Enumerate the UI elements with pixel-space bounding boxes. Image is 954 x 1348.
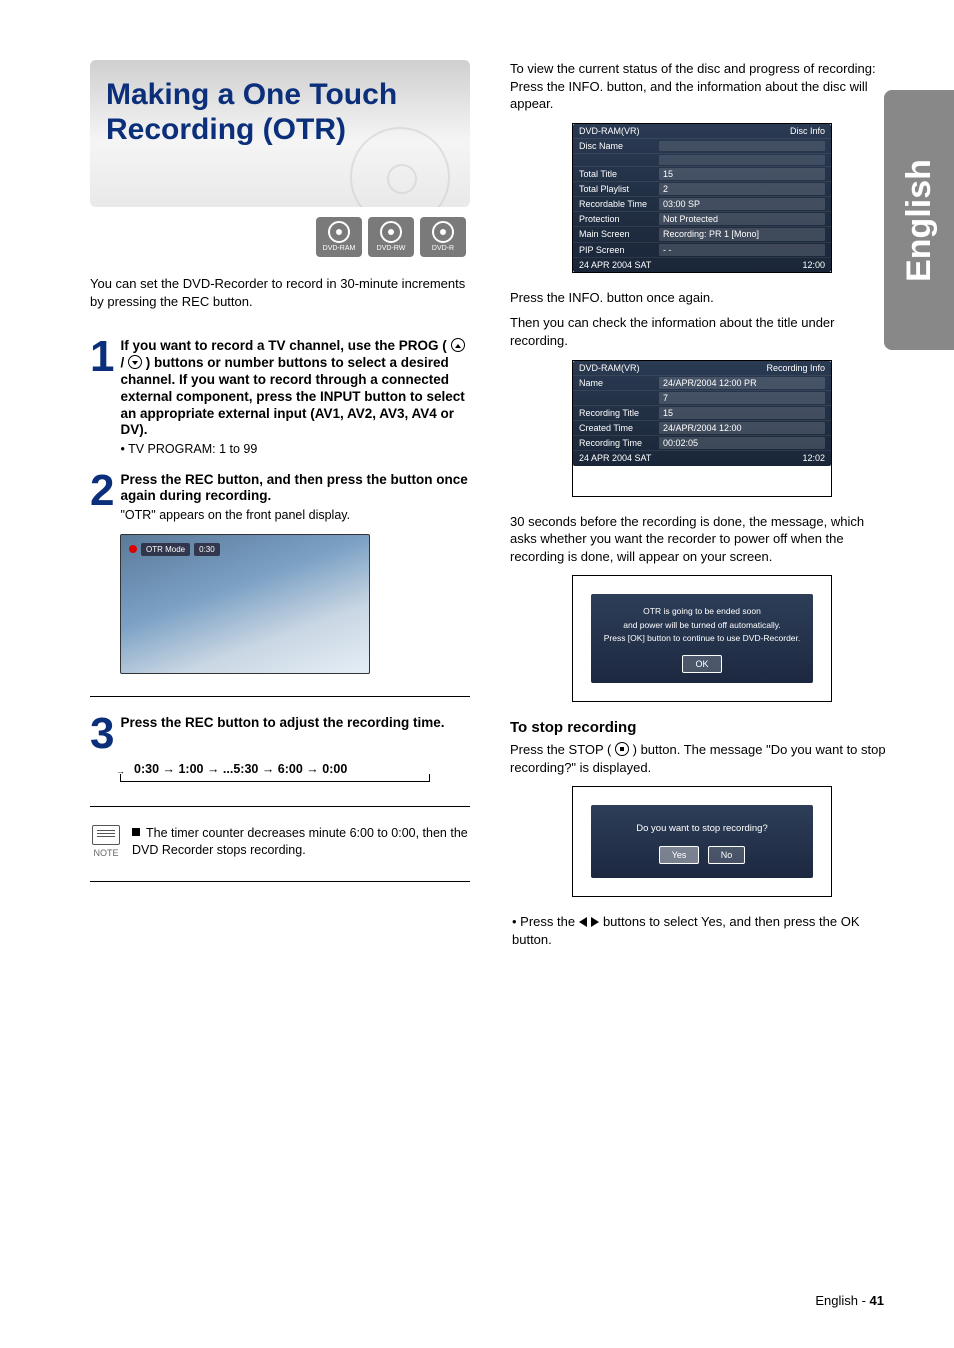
right-column: To view the current status of the disc a… — [510, 60, 894, 956]
prog-up-icon — [451, 338, 465, 352]
otr-end-message-panel: OTR is going to be ended soon and power … — [572, 575, 832, 702]
recording-info-date: 24 APR 2004 SAT — [579, 452, 659, 464]
otr-end-message-box: OTR is going to be ended soon and power … — [591, 594, 813, 683]
right-intro: To view the current status of the disc a… — [510, 60, 894, 113]
bullet-icon — [132, 828, 140, 836]
stop-recording-heading: To stop recording — [510, 718, 894, 738]
step-3-body: Press the REC button to adjust the recor… — [120, 715, 444, 732]
recording-info-footer: 24 APR 2004 SAT 12:02 — [573, 450, 831, 465]
otr-mode-chip: OTR Mode — [141, 543, 190, 556]
msg-line-3: Press [OK] button to continue to use DVD… — [599, 633, 805, 644]
otr-time-chip: 0:30 — [194, 543, 220, 556]
left-column: Making a One Touch Recording (OTR) DVD-R… — [90, 60, 470, 956]
badge-dvd-rw: DVD-RW — [368, 217, 414, 257]
note-label: NOTE — [90, 847, 122, 859]
disc-info-footer: 24 APR 2004 SAT 12:00 — [573, 257, 831, 272]
msg-line-1: OTR is going to be ended soon — [599, 606, 805, 617]
ok-button[interactable]: OK — [682, 655, 721, 673]
footer-page-number: 41 — [870, 1293, 884, 1308]
disc-info-time: 12:00 — [802, 259, 825, 271]
stop-bullet: • Press the buttons to select Yes, and t… — [510, 913, 894, 948]
recording-info-header-left: DVD-RAM(VR) — [579, 362, 659, 374]
step-3-text: Press the REC button to adjust the recor… — [120, 715, 444, 730]
step-3: 3 Press the REC button to adjust the rec… — [90, 715, 470, 752]
right-arrow-icon — [591, 917, 599, 927]
note-text: The timer counter decreases minute 6:00 … — [132, 825, 470, 859]
recording-info-header: DVD-RAM(VR) Recording Info — [573, 361, 831, 375]
separator-3 — [90, 881, 470, 882]
step-2-sub: "OTR" appears on the front panel display… — [120, 507, 470, 523]
step-1-sub: • TV PROGRAM: 1 to 99 — [120, 441, 470, 457]
separator — [90, 696, 470, 697]
stop-recording-panel: Do you want to stop recording? Yes No — [572, 786, 832, 897]
step-1-body: If you want to record a TV channel, use … — [120, 338, 470, 458]
intro-text: You can set the DVD-Recorder to record i… — [90, 275, 470, 310]
step-3-number: 3 — [90, 715, 114, 752]
note-icon — [92, 825, 120, 845]
step-2-text: Press the REC button, and then press the… — [120, 472, 467, 504]
note-text-content: The timer counter decreases minute 6:00 … — [132, 826, 468, 857]
stop-button-icon — [615, 742, 629, 756]
stop-text: Press the STOP ( ) button. The message "… — [510, 741, 894, 776]
step-2: 2 Press the REC button, and then press t… — [90, 472, 470, 524]
footer-lang: English - — [815, 1293, 869, 1308]
left-arrow-icon — [579, 917, 587, 927]
yes-button[interactable]: Yes — [659, 846, 700, 864]
step-1: 1 If you want to record a TV channel, us… — [90, 338, 470, 458]
recording-info-box: DVD-RAM(VR) Recording Info Name24/APR/20… — [573, 361, 831, 466]
mid-text-1: Press the INFO. button once again. — [510, 289, 894, 307]
badge-dvd-ram: DVD-RAM — [316, 217, 362, 257]
step-3-sequence: → 0:30 → 1:00 → ...5:30 → 6:00 → 0:00 — [120, 762, 470, 784]
separator-2 — [90, 806, 470, 807]
disc-info-header-left: DVD-RAM(VR) — [579, 125, 659, 137]
otr-preview-image: OTR Mode 0:30 — [120, 534, 370, 674]
mid-text-2: Then you can check the information about… — [510, 314, 894, 349]
language-side-tab: English — [884, 90, 954, 350]
page-footer: English - 41 — [815, 1293, 884, 1308]
note-icon-col: NOTE — [90, 825, 122, 859]
recording-info-time: 12:02 — [802, 452, 825, 464]
language-side-tab-text: English — [900, 159, 939, 282]
disc-info-panel: DVD-RAM(VR) Disc Info Disc Name Total Ti… — [572, 123, 832, 273]
disc-info-box: DVD-RAM(VR) Disc Info Disc Name Total Ti… — [573, 124, 831, 272]
record-dot-icon — [129, 545, 137, 553]
disc-info-header-right: Disc Info — [790, 125, 825, 137]
step-1-text: If you want to record a TV channel, use … — [120, 338, 464, 437]
recording-info-header-right: Recording Info — [766, 362, 825, 374]
disc-info-date: 24 APR 2004 SAT — [579, 259, 659, 271]
recording-info-panel: DVD-RAM(VR) Recording Info Name24/APR/20… — [572, 360, 832, 497]
disc-info-header: DVD-RAM(VR) Disc Info — [573, 124, 831, 138]
step-2-body: Press the REC button, and then press the… — [120, 472, 470, 524]
stop-recording-box: Do you want to stop recording? Yes No — [591, 805, 813, 878]
step-1-number: 1 — [90, 338, 114, 375]
note-block: NOTE The timer counter decreases minute … — [90, 825, 470, 859]
no-button[interactable]: No — [708, 846, 746, 864]
step-2-number: 2 — [90, 472, 114, 509]
disc-badges: DVD-RAM DVD-RW DVD-R — [90, 217, 470, 257]
badge-dvd-r: DVD-R — [420, 217, 466, 257]
msg-line-2: and power will be turned off automatical… — [599, 620, 805, 631]
title-block: Making a One Touch Recording (OTR) — [90, 60, 470, 207]
para-30sec: 30 seconds before the recording is done,… — [510, 513, 894, 566]
stop-question: Do you want to stop recording? — [599, 823, 805, 836]
otr-overlay: OTR Mode 0:30 — [129, 543, 220, 556]
page-content: Making a One Touch Recording (OTR) DVD-R… — [0, 0, 954, 996]
prog-down-icon — [128, 355, 142, 369]
